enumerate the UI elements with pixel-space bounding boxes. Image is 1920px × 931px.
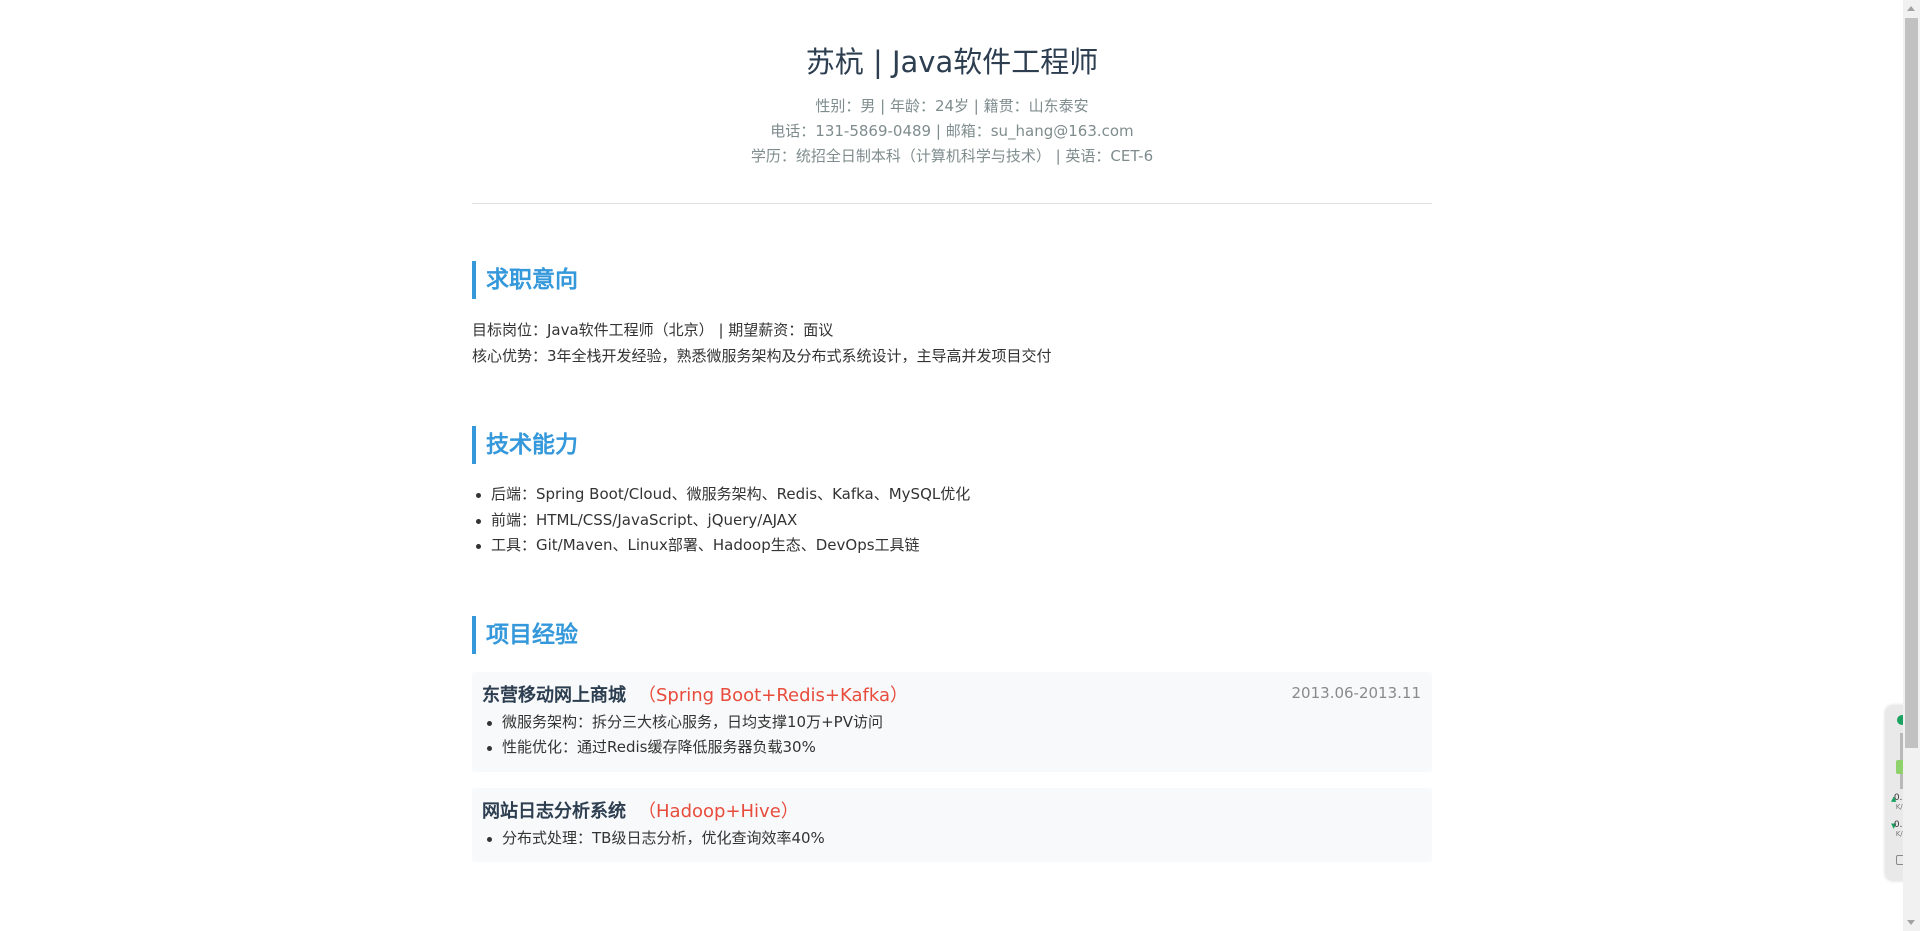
section-skills: 技术能力 后端：Spring Boot/Cloud、微服务架构、Redis、Ka… [472,426,1432,559]
section-title-skills: 技术能力 [472,426,1432,464]
project-tech-stack: （Spring Boot+Redis+Kafka） [638,684,908,706]
personal-info-line: 性别：男 | 年龄：24岁 | 籍贯：山东泰安 [815,97,1089,115]
section-title-projects: 项目经验 [472,615,1432,654]
vertical-scrollbar[interactable] [1903,0,1920,931]
project-header: 东营移动网上商城 （Spring Boot+Redis+Kafka） [482,682,1422,710]
education-info-line: 学历：统招全日制本科（计算机科学与技术） | 英语：CET-6 [750,147,1154,165]
skill-item-backend: 后端：Spring Boot/Cloud、微服务架构、Redis、Kafka、M… [476,482,1432,508]
skill-item-frontend: 前端：HTML/CSS/JavaScript、jQuery/AJAX [476,508,1432,534]
section-projects: 项目经验 东营移动网上商城 （Spring Boot+Redis+Kafka） 2… [472,615,1432,862]
resume: 苏杭 | Java软件工程师 性别：男 | 年龄：24岁 | 籍贯：山东泰安 电… [472,0,1432,878]
scroll-thumb[interactable] [1905,18,1918,748]
contact-info-line: 电话：131-5869-0489 | 邮箱：su_hang@163.com [770,122,1134,140]
page: 苏杭 | Java软件工程师 性别：男 | 年龄：24岁 | 籍贯：山东泰安 电… [0,0,1920,931]
project-date: 2013.06-2013.11 [1291,683,1421,702]
project-card: 东营移动网上商城 （Spring Boot+Redis+Kafka） 2013.0… [472,671,1432,772]
project-card: 网站日志分析系统 （Hadoop+Hive） 分布式处理：TB级日志分析，优化查询… [472,787,1432,862]
project-point: 微服务架构：拆分三大核心服务，日均支撑10万+PV访问 [487,710,1422,736]
skills-list: 后端：Spring Boot/Cloud、微服务架构、Redis、Kafka、M… [472,482,1432,559]
resume-header: 苏杭 | Java软件工程师 性别：男 | 年龄：24岁 | 籍贯：山东泰安 电… [472,0,1432,204]
objective-strength-line: 核心优势：3年全栈开发经验，熟悉微服务架构及分布式系统设计，主导高并发项目交付 [472,347,1052,365]
project-header: 网站日志分析系统 （Hadoop+Hive） [482,798,1422,826]
scroll-down-icon[interactable] [1907,920,1915,925]
project-name: 东营移动网上商城 [482,684,626,706]
resume-title: 苏杭 | Java软件工程师 [805,45,1099,79]
project-name: 网站日志分析系统 [482,800,626,822]
scroll-up-icon[interactable] [1907,6,1915,11]
objective-target-line: 目标岗位：Java软件工程师（北京） | 期望薪资：面议 [472,321,834,339]
skill-item-tools: 工具：Git/Maven、Linux部署、Hadoop生态、DevOps工具链 [476,533,1432,559]
section-objective: 求职意向 目标岗位：Java软件工程师（北京） | 期望薪资：面议 核心优势：3… [472,261,1432,369]
project-tech-stack: （Hadoop+Hive） [638,800,799,822]
project-point: 性能优化：通过Redis缓存降低服务器负载30% [487,735,1422,761]
project-point: 分布式处理：TB级日志分析，优化查询效率40% [487,826,1422,852]
project-points: 微服务架构：拆分三大核心服务，日均支撑10万+PV访问 性能优化：通过Redis… [482,710,1422,761]
project-points: 分布式处理：TB级日志分析，优化查询效率40% [482,826,1422,852]
section-title-objective: 求职意向 [472,261,1432,299]
